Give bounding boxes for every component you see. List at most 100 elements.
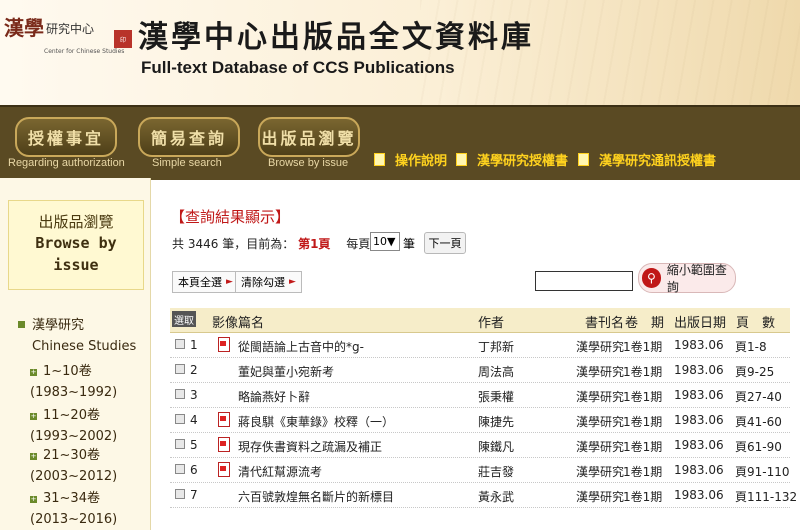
row-pages: 頁41-60 — [735, 415, 782, 429]
table-row: 4 蔣良騏《東華錄》校釋（一） 陳捷先 漢學研究 1卷1期 1983.06 頁41-60 — [170, 408, 790, 433]
expand-icon: + — [30, 452, 37, 460]
logo-center-text: 研究中心 — [46, 22, 95, 36]
select-column-button[interactable]: 選取 — [172, 311, 196, 327]
tree-root-chinese-studies[interactable]: 漢學研究 Chinese Studies — [18, 315, 136, 357]
row-title-link[interactable]: 蔣良騏《東華錄》校釋（一） — [238, 413, 394, 430]
results-table: 選取 影像 篇名 作者 書刊名 卷 期 出版日期 頁 數 1 從閩語論上古音中的*… — [170, 308, 797, 508]
row-checkbox[interactable] — [175, 439, 185, 449]
row-date: 1983.06 — [674, 438, 724, 452]
tree-group-21-30[interactable]: +21~30卷 (2003~2012) — [30, 445, 117, 487]
tree-group-11-20[interactable]: +11~20卷 (1993~2002) — [30, 405, 117, 447]
select-all-button[interactable]: 本頁全選 ► — [172, 271, 239, 293]
row-date: 1983.06 — [674, 338, 724, 352]
per-page-select[interactable]: 10▼ — [370, 232, 400, 251]
han-studies-license-link[interactable]: 漢學研究授權書 — [456, 150, 568, 169]
row-date: 1983.06 — [674, 388, 724, 402]
row-journal: 漢學研究 — [576, 365, 625, 379]
row-issue: 1卷1期 — [623, 415, 663, 429]
expand-icon: + — [30, 495, 37, 503]
tree-group-31-34[interactable]: +31~34卷 (2013~2016) — [30, 488, 117, 530]
col-issue: 卷 期 — [625, 316, 665, 331]
sidebar: 出版品瀏覽 Browse by issue 漢學研究 Chinese Studi… — [0, 178, 151, 530]
logo-seal-icon: 印 — [114, 30, 132, 48]
col-journal: 書刊名 — [585, 316, 625, 331]
row-title-link[interactable]: 從閩語論上古音中的*g- — [238, 338, 364, 355]
row-title-link[interactable]: 六百號敦煌無名斷片的新標目 — [238, 488, 394, 505]
clear-selection-button[interactable]: 清除勾選 ► — [235, 271, 302, 293]
simple-search-sublabel[interactable]: Simple search — [152, 157, 222, 169]
row-author: 陳鐵凡 — [478, 440, 515, 454]
row-title-link[interactable]: 董妃與董小宛新考 — [238, 363, 334, 380]
simple-search-button[interactable]: 簡易查詢 — [138, 117, 240, 157]
row-journal: 漢學研究 — [576, 390, 625, 404]
table-row: 3 略論燕好卜辭 張秉權 漢學研究 1卷1期 1983.06 頁27-40 — [170, 383, 790, 408]
expand-icon: + — [30, 412, 37, 420]
authorization-button[interactable]: 授權事宜 — [15, 117, 117, 157]
row-title-link[interactable]: 清代紅幫源流考 — [238, 463, 322, 480]
table-body: 1 從閩語論上古音中的*g- 丁邦新 漢學研究 1卷1期 1983.06 頁1-8 2 董妃與董… — [170, 333, 797, 508]
table-row: 5 現存佚書資料之疏漏及補正 陳鐵凡 漢學研究 1卷1期 1983.06 頁61-90 — [170, 433, 790, 458]
row-checkbox[interactable] — [175, 414, 185, 424]
results-summary: 共 3446 筆，目前為： 第1頁 每頁顯示 — [172, 237, 394, 251]
col-pages: 頁 數 — [736, 316, 776, 331]
table-row: 7 六百號敦煌無名斷片的新標目 黃永武 漢學研究 1卷1期 1983.06 頁111-132 — [170, 483, 797, 508]
col-image: 影像 — [212, 316, 239, 331]
row-number: 6 — [190, 463, 198, 477]
logo-han: 漢學 — [4, 16, 44, 40]
row-checkbox[interactable] — [175, 389, 185, 399]
row-issue: 1卷1期 — [623, 365, 663, 379]
tree-group-1-10[interactable]: +1~10卷 (1983~1992) — [30, 361, 117, 403]
row-checkbox[interactable] — [175, 489, 185, 499]
refine-search-button[interactable]: ⚲ 縮小範圍查詢 — [638, 263, 736, 294]
row-number: 5 — [190, 438, 198, 452]
row-author: 莊吉發 — [478, 465, 515, 479]
row-issue: 1卷1期 — [623, 390, 663, 404]
book-icon — [578, 153, 589, 166]
book-icon — [456, 153, 467, 166]
row-pages: 頁9-25 — [735, 365, 775, 379]
row-journal: 漢學研究 — [576, 340, 625, 354]
pdf-icon[interactable] — [218, 462, 230, 477]
row-pages: 頁111-132 — [735, 490, 798, 504]
row-title-link[interactable]: 現存佚書資料之疏漏及補正 — [238, 438, 382, 455]
database-title-en: Full-text Database of CCS Publications — [141, 58, 455, 77]
authorization-sublabel[interactable]: Regarding authorization — [8, 157, 125, 169]
row-author: 周法高 — [478, 365, 515, 379]
instructions-link[interactable]: 操作說明 — [374, 150, 447, 169]
arrow-right-icon: ► — [289, 277, 296, 287]
col-title: 篇名 — [238, 316, 265, 331]
refine-search-input[interactable] — [535, 271, 633, 291]
row-title-link[interactable]: 略論燕好卜辭 — [238, 388, 310, 405]
row-pages: 頁91-110 — [735, 465, 790, 479]
browse-by-issue-sublabel[interactable]: Browse by issue — [268, 157, 348, 169]
row-author: 丁邦新 — [478, 340, 515, 354]
row-issue: 1卷1期 — [623, 490, 663, 504]
row-pages: 頁1-8 — [735, 340, 767, 354]
row-checkbox[interactable] — [175, 364, 185, 374]
newsletter-license-link[interactable]: 漢學研究通訊授權書 — [578, 150, 716, 169]
pdf-icon[interactable] — [218, 412, 230, 427]
row-checkbox[interactable] — [175, 339, 185, 349]
col-date: 出版日期 — [674, 316, 727, 331]
database-title-zh: 漢學中心出版品全文資料庫 — [138, 20, 534, 55]
pdf-icon[interactable] — [218, 437, 230, 452]
row-pages: 頁61-90 — [735, 440, 782, 454]
header-banner: 漢學 研究中心 Center for Chinese Studies 印 漢學中… — [0, 0, 800, 105]
total-count: 3446 — [187, 237, 219, 251]
row-date: 1983.06 — [674, 488, 724, 502]
row-journal: 漢學研究 — [576, 465, 625, 479]
next-page-button[interactable]: 下一頁 — [424, 232, 466, 254]
ccs-logo[interactable]: 漢學 研究中心 Center for Chinese Studies 印 — [4, 12, 132, 70]
table-row: 6 清代紅幫源流考 莊吉發 漢學研究 1卷1期 1983.06 頁91-110 — [170, 458, 790, 483]
current-page: 第1頁 — [298, 237, 331, 251]
book-icon — [374, 153, 385, 166]
row-checkbox[interactable] — [175, 464, 185, 474]
main-navigation: 授權事宜 Regarding authorization 簡易查詢 Simple… — [0, 105, 800, 180]
pdf-icon[interactable] — [218, 337, 230, 352]
arrow-right-icon: ► — [226, 277, 233, 287]
row-number: 2 — [190, 363, 198, 377]
browse-by-issue-button[interactable]: 出版品瀏覽 — [258, 117, 360, 157]
row-date: 1983.06 — [674, 413, 724, 427]
row-date: 1983.06 — [674, 363, 724, 377]
results-title: 【查詢結果顯示】 — [170, 208, 291, 226]
